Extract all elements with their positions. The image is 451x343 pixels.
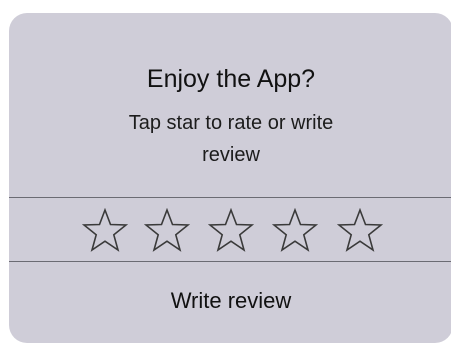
star-2-button[interactable] <box>144 208 190 252</box>
star-outline-icon <box>272 208 318 252</box>
star-outline-icon <box>144 208 190 252</box>
star-outline-icon <box>208 208 254 252</box>
star-1-button[interactable] <box>82 208 128 252</box>
star-4-button[interactable] <box>272 208 318 252</box>
star-outline-icon <box>337 208 383 252</box>
star-5-button[interactable] <box>337 208 383 252</box>
dialog-header: Enjoy the App? Tap star to rate or write… <box>9 13 451 197</box>
dialog-title: Enjoy the App? <box>146 65 316 93</box>
star-outline-icon <box>82 208 128 252</box>
star-rating <box>9 198 451 261</box>
write-review-label: Write review <box>170 288 292 313</box>
dialog-subtitle: Tap star to rate or write review <box>128 112 334 166</box>
star-3-button[interactable] <box>208 208 254 252</box>
write-review-button[interactable]: Write review <box>9 262 451 343</box>
rate-app-dialog: Enjoy the App? Tap star to rate or write… <box>9 13 451 343</box>
